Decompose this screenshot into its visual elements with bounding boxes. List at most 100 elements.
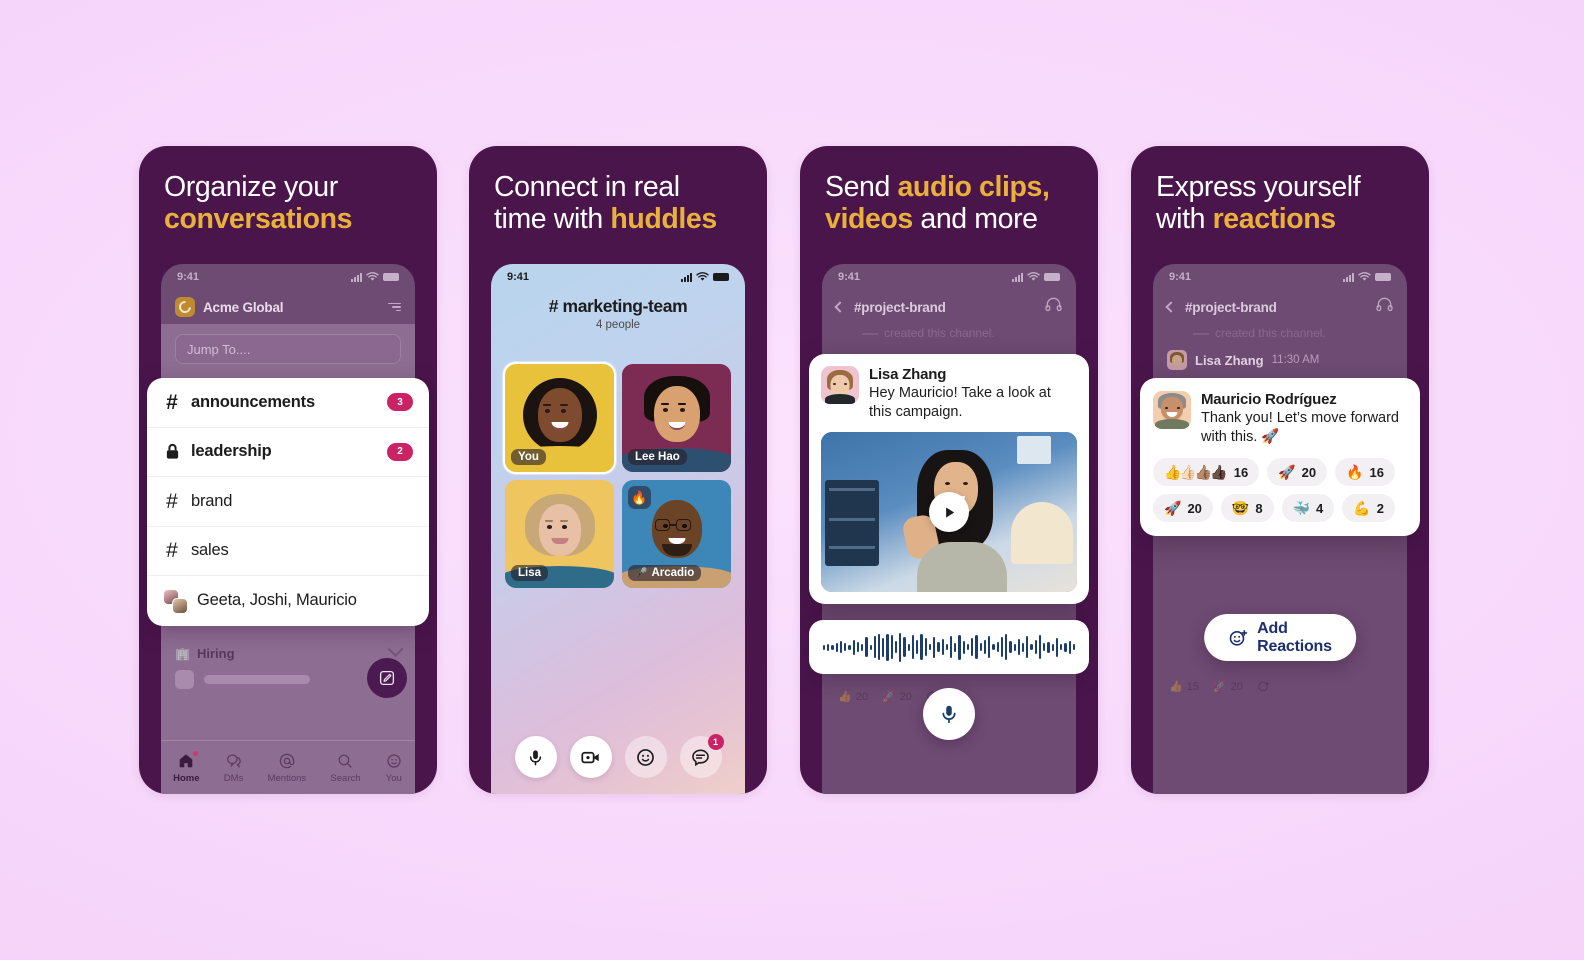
channel-title: #project-brand [1185, 299, 1277, 315]
channel-row-group-dm[interactable]: Geeta, Joshi, Mauricio [147, 576, 429, 626]
avatar [1153, 391, 1191, 429]
tab-label: Mentions [267, 772, 307, 784]
channel-row-announcements[interactable]: # announcements 3 [147, 378, 429, 428]
reaction-pill[interactable]: 🐳 4 [1281, 494, 1335, 523]
previous-message-line: Lisa Zhang 11:30 AM [1153, 340, 1407, 370]
huddle-header: # marketing-team 4 people [491, 296, 745, 331]
headphones-icon[interactable] [1045, 297, 1062, 317]
tab-mentions[interactable]: Mentions [267, 752, 307, 784]
status-icons [1343, 272, 1391, 282]
avatar [172, 597, 188, 614]
headline-highlight: huddles [610, 202, 717, 235]
tab-you[interactable]: You [385, 752, 403, 784]
huddle-tile-arcadio[interactable]: 🔥 🎤 Arcadio [622, 480, 731, 588]
section-hiring[interactable]: 🏢 Hiring [161, 641, 415, 661]
channel-created-line: created this channel. [822, 324, 1076, 340]
headphones-icon[interactable] [1376, 297, 1393, 317]
channel-row-brand[interactable]: # brand [147, 477, 429, 527]
panel-organize: Organize your conversations 9:41 Acme Gl… [139, 146, 437, 794]
status-time: 9:41 [507, 271, 530, 283]
workspace-header[interactable]: Acme Global [161, 290, 415, 324]
reaction-pill[interactable]: 👍👍🏻👍🏽👍🏿 16 [1153, 458, 1260, 487]
tab-dms[interactable]: DMs [224, 752, 243, 784]
status-icons [1012, 272, 1060, 282]
thumbs-up-icon: 👍 [838, 691, 852, 703]
reaction-count: 8 [1255, 500, 1263, 516]
filter-icon[interactable] [388, 302, 401, 312]
huddle-tile-name: You [511, 449, 546, 465]
huddle-tile-lee-hao[interactable]: Lee Hao [622, 364, 731, 472]
message-header: Lisa Zhang Hey Mauricio! Take a look at … [821, 366, 1077, 421]
message-meta: Mauricio Rodríguez Thank you! Let’s move… [1201, 391, 1407, 446]
back-chevron-icon[interactable] [1165, 301, 1177, 313]
tab-search[interactable]: Search [330, 752, 361, 784]
search-input[interactable]: Jump To.... [175, 334, 401, 364]
battery-icon [1044, 273, 1060, 281]
channel-row-sales[interactable]: # sales [147, 527, 429, 576]
huddle-member-count: 4 people [595, 319, 641, 331]
channel-name: Geeta, Joshi, Mauricio [197, 591, 357, 610]
panel-huddles: Connect in real time with huddles 9:41 #… [469, 146, 767, 794]
reaction-pill[interactable]: 🚀 20 [1267, 458, 1328, 487]
rocket-icon: 🚀 [1278, 463, 1295, 480]
compose-icon [379, 670, 395, 686]
wifi-icon [1358, 272, 1371, 281]
battery-icon [713, 273, 729, 281]
headline-line1: Express yourself [1156, 171, 1361, 203]
unread-dot [192, 750, 198, 756]
tab-label: Home [173, 772, 200, 784]
hash-icon: # [166, 489, 178, 513]
at-icon [279, 753, 295, 768]
add-reactions-button[interactable]: Add Reactions [1204, 614, 1356, 661]
huddle-mute-button[interactable] [514, 736, 557, 778]
record-audio-button[interactable] [923, 688, 975, 740]
channel-row-leadership[interactable]: leadership 2 [147, 428, 429, 477]
channel-name: sales [191, 541, 229, 560]
battery-icon [1375, 273, 1391, 281]
panel-reactions-headline: Express yourself with reactions [1156, 171, 1406, 236]
ghost-reaction: 👍 20 [838, 690, 868, 704]
message-meta: Lisa Zhang Hey Mauricio! Take a look at … [869, 366, 1077, 421]
headline-line2: with [1156, 202, 1213, 235]
video-attachment[interactable] [821, 432, 1077, 593]
emoji-smiley-icon [637, 748, 654, 766]
play-button[interactable] [929, 492, 969, 533]
message-author: Lisa Zhang [1195, 352, 1264, 368]
avatar [821, 366, 859, 404]
status-bar: 9:41 [1153, 264, 1407, 290]
acme-logo-icon [175, 297, 195, 317]
tab-label: You [385, 772, 402, 784]
reaction-pill[interactable]: 🚀 20 [1153, 494, 1213, 523]
status-bar: 9:41 [822, 264, 1076, 290]
channel-name: brand [191, 491, 233, 510]
reaction-pill[interactable]: 🤓 8 [1220, 494, 1274, 523]
audio-clip-waveform[interactable] [809, 620, 1089, 674]
reaction-pill[interactable]: 🔥 16 [1335, 458, 1396, 487]
you-icon [387, 753, 401, 768]
headline-line2: time with [494, 202, 611, 235]
compose-button[interactable] [367, 658, 407, 698]
channel-name: announcements [191, 392, 315, 411]
huddle-video-button[interactable] [569, 736, 612, 778]
lock-icon [163, 443, 181, 460]
huddle-tile-name: Lee Hao [628, 449, 687, 465]
huddle-tile-you[interactable]: You [503, 362, 616, 474]
bottom-tab-bar: Home DMs Mentions Search You [161, 740, 415, 794]
hash-icon: # [166, 539, 178, 563]
huddle-tile-name: Lisa [511, 565, 549, 581]
back-chevron-icon[interactable] [834, 301, 846, 313]
huddle-emoji-button[interactable] [624, 736, 667, 778]
chat-thread-icon [692, 749, 709, 766]
ghost-reaction: 🚀 20 [881, 690, 912, 704]
huddle-thread-button[interactable]: 1 [679, 734, 724, 778]
tab-home[interactable]: Home [173, 750, 200, 784]
huddle-tile-lisa[interactable]: Lisa [505, 480, 614, 588]
panel-clips-headline: Send audio clips, videos and more [825, 171, 1075, 236]
status-icons [681, 272, 729, 282]
headline-highlight-2: videos [825, 202, 913, 235]
reaction-count: 20 [1187, 500, 1202, 516]
huddle-tile-name: 🎤 Arcadio [628, 565, 702, 581]
status-icons [351, 272, 399, 282]
headline-line2: and more [912, 202, 1038, 235]
reaction-pill[interactable]: 💪 2 [1342, 494, 1395, 523]
